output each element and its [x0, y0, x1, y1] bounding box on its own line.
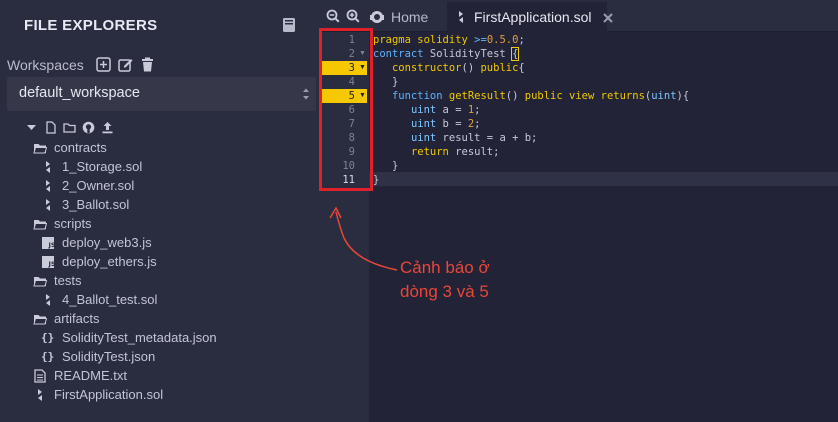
tree-item-label: 1_Storage.sol [62, 159, 143, 174]
folder-open-icon [33, 217, 48, 231]
annotation-text-line2: dòng 3 và 5 [400, 282, 489, 301]
javascript-file-icon: JS [41, 236, 56, 250]
tree-item-label: deploy_ethers.js [62, 254, 157, 269]
json-file-icon: {} [41, 330, 55, 344]
code-line: uint result = a + b; [410, 132, 538, 144]
code-line: } [373, 174, 380, 186]
file-explorer-panel: FILE EXPLORERS Workspaces default_worksp… [0, 0, 319, 422]
code-line: uint b = 2; [410, 118, 481, 130]
tree-file-3-ballot[interactable]: 3_Ballot.sol [41, 195, 129, 214]
tree-item-label: artifacts [54, 311, 100, 326]
tab-file-label: FirstApplication.sol [474, 9, 592, 25]
tab-firstapplication[interactable]: FirstApplication.sol [447, 2, 613, 32]
annotation-text-line1: Cảnh báo ở [400, 258, 490, 277]
tree-file-1-storage[interactable]: 1_Storage.sol [41, 157, 142, 176]
workspace-select-value: default_workspace [19, 85, 140, 101]
tree-file-firstapplication[interactable]: FirstApplication.sol [33, 385, 163, 404]
tree-item-label: scripts [54, 216, 92, 231]
tree-item-label: SolidityTest.json [62, 349, 156, 364]
code-line: constructor() public{ [391, 62, 525, 74]
tree-item-label: 2_Owner.sol [62, 178, 135, 193]
solidity-file-icon [41, 198, 55, 212]
zoom-out-icon[interactable] [326, 9, 340, 23]
tree-item-label: 4_Ballot_test.sol [62, 292, 158, 307]
svg-text:JS: JS [48, 260, 56, 268]
folder-open-icon [33, 312, 48, 326]
active-line-highlight [369, 172, 838, 186]
upload-icon[interactable] [101, 121, 114, 134]
tree-file-soliditytest-json[interactable]: {} SolidityTest.json [41, 347, 155, 366]
documentation-icon[interactable] [282, 17, 296, 33]
tree-file-deploy-ethers[interactable]: JS deploy_ethers.js [41, 252, 157, 271]
tree-item-label: contracts [54, 140, 107, 155]
code-line: uint a = 1; [410, 104, 481, 116]
code-line: pragma solidity >=0.5.0; [373, 34, 525, 46]
tree-folder-contracts[interactable]: contracts [33, 138, 107, 157]
javascript-file-icon: JS [41, 255, 56, 269]
tree-file-metadata-json[interactable]: {} SolidityTest_metadata.json [41, 328, 217, 347]
github-icon[interactable] [82, 121, 95, 134]
folder-open-icon [33, 141, 48, 155]
close-tab-icon[interactable] [602, 11, 614, 23]
tree-item-label: SolidityTest_metadata.json [62, 330, 217, 345]
workspaces-label: Workspaces [7, 57, 84, 73]
tree-item-label: tests [54, 273, 82, 288]
remix-logo-icon [369, 9, 385, 25]
workspace-select[interactable]: default_workspace [7, 77, 316, 111]
tree-file-4-ballot-test[interactable]: 4_Ballot_test.sol [41, 290, 157, 309]
tree-file-readme[interactable]: README.txt [33, 366, 127, 385]
annotation-arrow [329, 206, 398, 271]
collapse-caret-icon[interactable] [25, 121, 38, 134]
tree-file-deploy-web3[interactable]: JS deploy_web3.js [41, 233, 152, 252]
warning-highlight-box [319, 28, 373, 191]
zoom-in-icon[interactable] [346, 9, 360, 23]
solidity-file-icon [41, 293, 55, 307]
tree-file-2-owner[interactable]: 2_Owner.sol [41, 176, 134, 195]
tree-item-label: FirstApplication.sol [54, 387, 164, 402]
editor-tab-bar: Home FirstApplication.sol [319, 0, 838, 32]
tree-item-label: 3_Ballot.sol [62, 197, 130, 212]
code-line: function getResult() public view returns… [391, 90, 690, 102]
edit-workspace-icon[interactable] [118, 57, 133, 72]
solidity-file-icon [33, 388, 47, 402]
tree-folder-scripts[interactable]: scripts [33, 214, 92, 233]
code-line: } [373, 76, 399, 88]
select-arrows-icon [302, 87, 310, 101]
code-line: contract SolidityTest { [373, 47, 520, 61]
panel-title: FILE EXPLORERS [24, 17, 158, 34]
json-file-icon: {} [41, 349, 55, 363]
tree-item-label: deploy_web3.js [62, 235, 152, 250]
solidity-file-icon [455, 10, 467, 24]
tree-folder-artifacts[interactable]: artifacts [33, 309, 100, 328]
tree-folder-tests[interactable]: tests [33, 271, 81, 290]
delete-workspace-icon[interactable] [140, 57, 155, 72]
code-line: } [373, 160, 399, 172]
tree-item-label: README.txt [54, 368, 127, 383]
code-line: return result; [410, 146, 500, 158]
create-workspace-icon[interactable] [96, 57, 111, 72]
text-file-icon [33, 368, 47, 383]
folder-open-icon [33, 274, 48, 288]
solidity-file-icon [41, 160, 55, 174]
tab-home[interactable]: Home [369, 6, 428, 28]
svg-text:JS: JS [48, 241, 56, 249]
remix-ide: FILE EXPLORERS Workspaces default_worksp… [0, 0, 838, 422]
tab-home-label: Home [391, 9, 429, 25]
new-folder-icon[interactable] [63, 121, 76, 134]
new-file-icon[interactable] [44, 121, 57, 134]
solidity-file-icon [41, 179, 55, 193]
